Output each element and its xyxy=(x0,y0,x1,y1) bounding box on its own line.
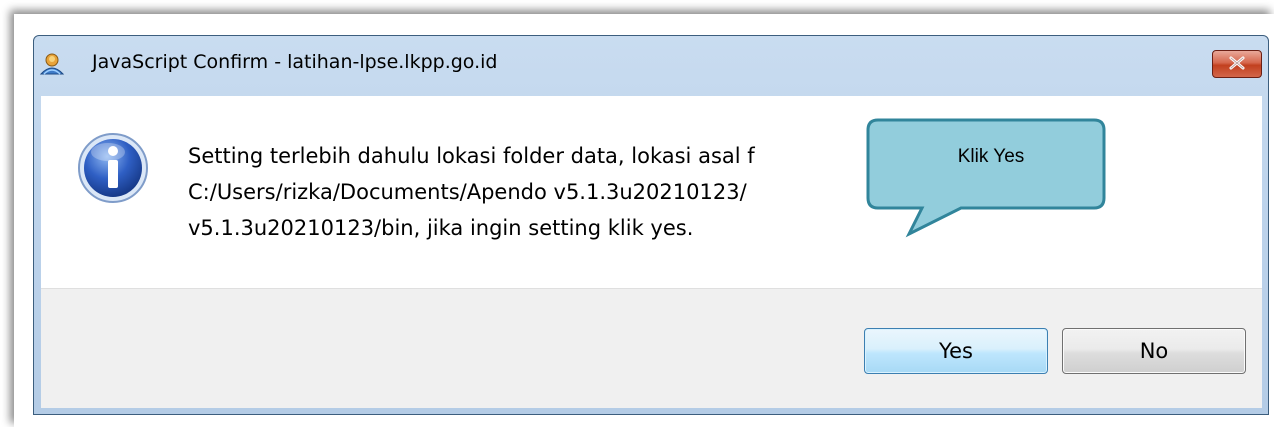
no-button[interactable]: No xyxy=(1062,328,1246,374)
title-bar: JavaScript Confirm - latihan-lpse.lkpp.g… xyxy=(34,36,1268,96)
yes-button[interactable]: Yes xyxy=(864,328,1048,374)
dialog-footer: Yes No xyxy=(41,288,1262,408)
globe-user-icon xyxy=(38,50,66,78)
callout-bubble xyxy=(866,118,1106,238)
close-button[interactable] xyxy=(1212,50,1262,78)
close-icon xyxy=(1228,55,1246,74)
info-icon xyxy=(75,130,151,206)
callout-text: Klik Yes xyxy=(957,146,1025,167)
dialog-title: JavaScript Confirm - latihan-lpse.lkpp.g… xyxy=(92,51,498,73)
